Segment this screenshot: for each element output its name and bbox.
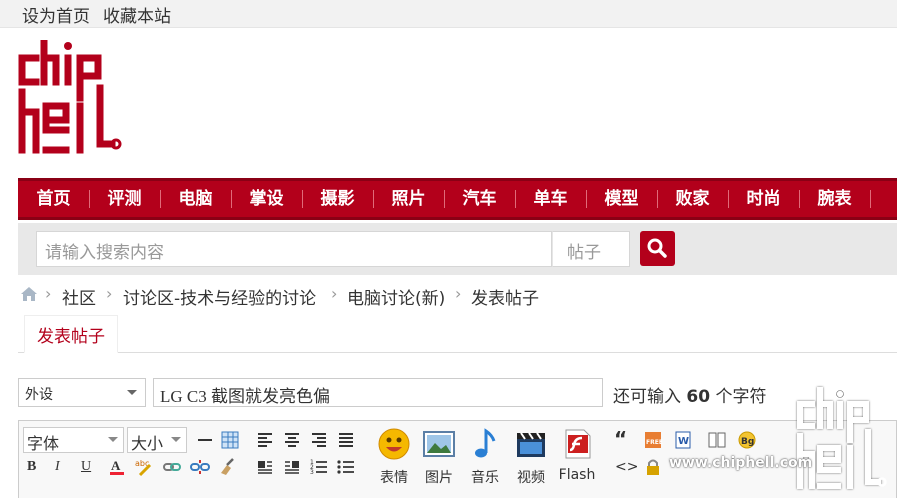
- breadcrumb-separator: ›: [455, 284, 462, 303]
- bookmark-link[interactable]: 收藏本站: [103, 2, 171, 27]
- nav-item-7[interactable]: 单车: [515, 186, 586, 212]
- svg-text:FREE: FREE: [646, 439, 663, 446]
- search-button[interactable]: [640, 231, 675, 266]
- set-home-link[interactable]: 设为首页: [22, 2, 90, 27]
- code-icon[interactable]: <>: [615, 459, 638, 479]
- flash-icon: [565, 429, 591, 459]
- align-right-icon[interactable]: [309, 430, 329, 450]
- clear-format-icon[interactable]: [217, 457, 237, 477]
- font-select-value: 字体: [27, 434, 60, 453]
- search-bar: 请输入搜索内容 帖子: [18, 223, 897, 275]
- table-icon[interactable]: [220, 430, 240, 450]
- chiphell-logo[interactable]: [16, 40, 126, 166]
- highlight-icon[interactable]: abc: [134, 457, 154, 477]
- emoticon-button[interactable]: 表情: [374, 427, 414, 486]
- flash-button[interactable]: Flash: [557, 427, 597, 483]
- size-select[interactable]: 大小: [127, 427, 187, 453]
- quote-icon[interactable]: “: [614, 427, 634, 451]
- chevron-down-icon: [127, 390, 137, 395]
- align-center-icon[interactable]: [282, 430, 302, 450]
- unordered-list-icon[interactable]: [336, 457, 356, 477]
- breadcrumb-item-pc[interactable]: 电脑讨论(新): [347, 284, 445, 309]
- nav-item-1[interactable]: 评测: [89, 186, 160, 212]
- image-button[interactable]: 图片: [419, 427, 459, 486]
- post-title-input[interactable]: LG C3 截图就发亮色偏: [153, 378, 603, 407]
- music-button[interactable]: 音乐: [465, 427, 505, 486]
- search-icon: [647, 238, 667, 258]
- smiley-icon: [378, 428, 410, 460]
- nav-item-10[interactable]: 时尚: [728, 186, 799, 212]
- font-select[interactable]: 字体: [23, 427, 124, 453]
- italic-icon[interactable]: I: [55, 459, 75, 479]
- nav-item-5[interactable]: 照片: [373, 186, 444, 212]
- post-type-select[interactable]: 外设: [18, 378, 146, 407]
- float-left-icon[interactable]: [255, 457, 275, 477]
- nav-item-11[interactable]: 腕表: [799, 186, 870, 212]
- align-left-icon[interactable]: [255, 430, 275, 450]
- tab-bar: 发表帖子: [18, 315, 897, 353]
- text-color-icon[interactable]: A: [107, 457, 127, 477]
- watermark-logo: [797, 387, 887, 489]
- image-icon: [423, 431, 455, 457]
- unlink-icon[interactable]: [190, 457, 210, 477]
- search-type-select[interactable]: 帖子: [552, 231, 630, 267]
- nav-item-2[interactable]: 电脑: [160, 186, 231, 212]
- post-type-value: 外设: [25, 387, 53, 403]
- underline-icon[interactable]: U: [81, 459, 101, 479]
- chevron-down-icon: [171, 437, 181, 442]
- nav-item-6[interactable]: 汽车: [444, 186, 515, 212]
- ordered-list-icon[interactable]: 123: [309, 457, 329, 477]
- nav-item-4[interactable]: 摄影: [302, 186, 373, 212]
- free-icon[interactable]: FREE: [643, 430, 663, 450]
- link-icon[interactable]: [162, 457, 182, 477]
- lock-icon[interactable]: [643, 457, 663, 477]
- horizontal-rule-icon[interactable]: [195, 430, 215, 450]
- align-justify-icon[interactable]: [336, 430, 356, 450]
- image-label: 图片: [425, 470, 453, 486]
- nav-item-0[interactable]: 首页: [18, 186, 89, 212]
- watermark-url: www.chiphell.com: [669, 455, 813, 471]
- search-input[interactable]: 请输入搜索内容: [36, 231, 552, 267]
- clapperboard-icon: [517, 432, 545, 457]
- breadcrumb-separator: ›: [45, 284, 52, 303]
- float-right-icon[interactable]: [282, 457, 302, 477]
- svg-text:A: A: [111, 458, 121, 473]
- svg-text:3: 3: [310, 469, 314, 476]
- breadcrumb-separator: ›: [331, 284, 338, 303]
- nav-item-9[interactable]: 败家: [657, 186, 728, 212]
- bold-icon[interactable]: B: [27, 459, 47, 479]
- main-nav: 首页评测电脑掌设摄影照片汽车单车模型败家时尚腕表社: [18, 178, 897, 220]
- top-bar: 设为首页 收藏本站: [0, 0, 897, 28]
- nav-item-3[interactable]: 掌设: [231, 186, 302, 212]
- music-note-icon: [475, 428, 496, 458]
- size-select-value: 大小: [131, 434, 164, 453]
- breadcrumb-item-discussion[interactable]: 讨论区-技术与经验的讨论: [123, 284, 316, 309]
- video-button[interactable]: 视频: [511, 427, 551, 486]
- home-icon[interactable]: [20, 286, 38, 302]
- breadcrumb-separator: ›: [106, 284, 113, 303]
- chevron-down-icon: [108, 437, 118, 442]
- nav-item-8[interactable]: 模型: [586, 186, 657, 212]
- tab-new-post[interactable]: 发表帖子: [24, 315, 118, 353]
- breadcrumb-item-community[interactable]: 社区: [62, 284, 96, 309]
- nav-item-12[interactable]: 社: [870, 186, 897, 212]
- music-label: 音乐: [471, 470, 499, 486]
- flash-label: Flash: [558, 467, 596, 483]
- breadcrumb-item-post: 发表帖子: [471, 289, 539, 309]
- video-label: 视频: [517, 470, 545, 486]
